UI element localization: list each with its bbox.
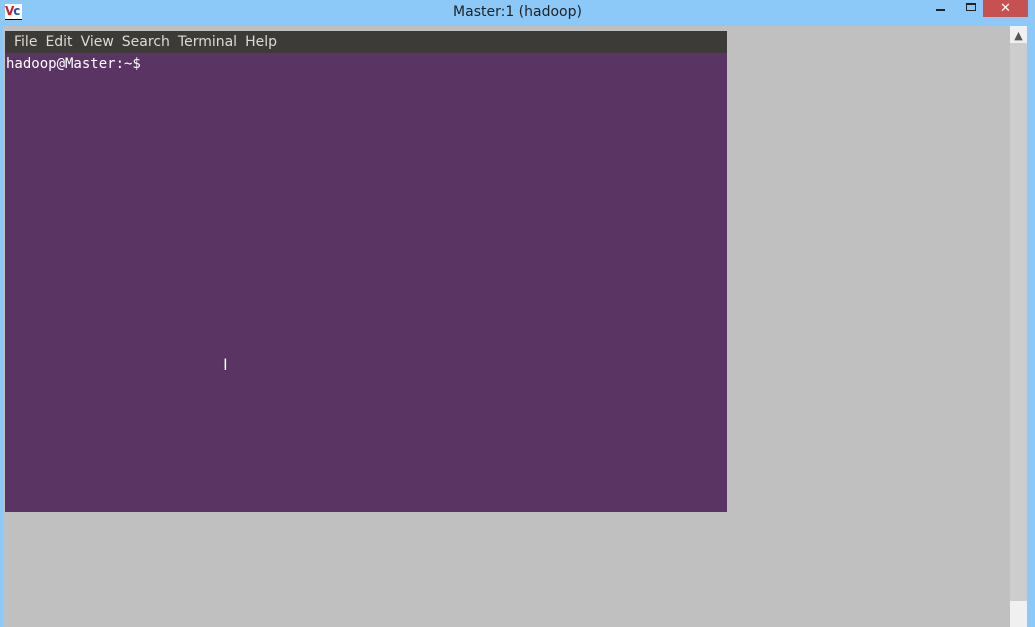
terminal-window[interactable]: File Edit View Search Terminal Help hado…	[5, 31, 727, 512]
text-cursor-icon: I	[223, 355, 228, 374]
minimize-button[interactable]	[930, 0, 952, 17]
menu-help[interactable]: Help	[241, 31, 281, 53]
menu-edit[interactable]: Edit	[41, 31, 76, 53]
maximize-icon	[966, 3, 976, 11]
minimize-icon	[936, 9, 945, 11]
chevron-up-icon: ▲	[1014, 29, 1023, 42]
close-button[interactable]: ✕	[983, 0, 1028, 17]
scroll-up-button[interactable]: ▲	[1010, 26, 1027, 43]
window-title: Master:1 (hadoop)	[453, 4, 582, 20]
scrollbar-thumb[interactable]	[1010, 43, 1027, 601]
terminal-menubar: File Edit View Search Terminal Help	[5, 31, 727, 53]
menu-terminal[interactable]: Terminal	[174, 31, 241, 53]
close-icon: ✕	[1000, 1, 1011, 16]
menu-search[interactable]: Search	[118, 31, 174, 53]
maximize-button[interactable]	[960, 0, 982, 17]
menu-file[interactable]: File	[10, 31, 41, 53]
vnc-viewport: File Edit View Search Terminal Help hado…	[3, 26, 1027, 627]
vertical-scrollbar[interactable]: ▲	[1010, 26, 1027, 627]
shell-prompt[interactable]: hadoop@Master:~$	[5, 53, 727, 75]
menu-view[interactable]: View	[77, 31, 118, 53]
title-bar: Vc Master:1 (hadoop) ✕	[0, 0, 1035, 26]
